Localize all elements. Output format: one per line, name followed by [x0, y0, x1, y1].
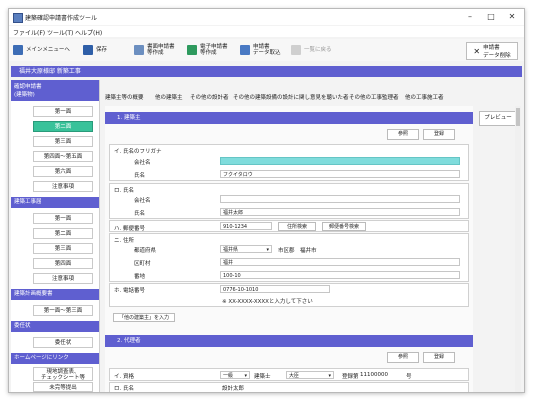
registration-number: 11100000: [360, 372, 388, 378]
sidebar-item[interactable]: 未完等提出: [33, 382, 93, 392]
sidebar-item[interactable]: 第三面: [33, 136, 93, 147]
group-phone: ホ. 電話番号 0776-10-1010 ※ XX-XXXX-XXXXと入力して…: [109, 283, 469, 307]
scroll-thumb[interactable]: [516, 108, 520, 126]
maximize-button[interactable]: □: [481, 11, 501, 23]
sidebar-head-koji: 建築工事届: [11, 197, 99, 208]
sidebar-item[interactable]: 第一面: [33, 106, 93, 117]
sidebar-item-survey[interactable]: 現地調査表、 チェックシート等: [33, 367, 93, 381]
apply-data-delete-button[interactable]: ✕ 申請書 データ削除: [466, 42, 518, 60]
minimize-button[interactable]: –: [460, 11, 480, 23]
section2-header: 2. 代理者: [105, 335, 473, 347]
prefecture-select[interactable]: 福井県: [220, 245, 272, 254]
sidebar-item[interactable]: 第六面: [33, 166, 93, 177]
agent-name-value: 設計太郎: [222, 386, 245, 392]
sidebar-item[interactable]: 委任状: [33, 337, 93, 348]
sidebar-item[interactable]: 第二面: [33, 228, 93, 239]
title-bar: 建築確認申請書作成ツール – □ ✕: [9, 9, 524, 25]
back-to-list-button[interactable]: 一覧に戻る: [291, 42, 332, 58]
sidebar-item[interactable]: 第四面: [33, 258, 93, 269]
section1-header: 1. 建築主: [105, 112, 473, 124]
tab-owner-summary[interactable]: 建築主等の概要: [105, 93, 144, 101]
city-value: 福井市: [300, 248, 317, 254]
electronic-doc-button[interactable]: 電子申請書 等作成: [187, 42, 228, 58]
group-name: ロ. 氏名 会社名 氏名 福井太郎: [109, 183, 469, 219]
group-postal: ハ. 郵便番号 910-1234 住所検索 郵便番号検索: [109, 220, 469, 232]
menu-file[interactable]: ファイル(F): [13, 28, 45, 37]
sidebar-head-gaiyo: 建築計画概要書: [11, 289, 99, 300]
town-field[interactable]: 福井: [220, 258, 460, 266]
app-window: 建築確認申請書作成ツール – □ ✕ ファイル(F) ツール(T) ヘルプ(H)…: [8, 8, 525, 393]
export-icon: [187, 45, 197, 55]
other-owner-button[interactable]: 「他の建築主」を入力: [113, 313, 175, 322]
main-menu-button[interactable]: メインメニューへ: [13, 42, 70, 58]
furigana-name-field[interactable]: フクイタロウ: [220, 170, 460, 178]
save-button[interactable]: 保存: [83, 42, 107, 58]
group-qualification: イ. 資格 一級 建築士 大臣 登録第 11100000 号: [109, 368, 469, 381]
menu-help[interactable]: ヘルプ(H): [75, 28, 102, 37]
postal-search-button[interactable]: 郵便番号検索: [322, 222, 366, 231]
furigana-company-field[interactable]: [220, 157, 460, 165]
app-icon: [13, 13, 23, 23]
sidebar-item[interactable]: 注意事項: [33, 181, 93, 192]
tab-other-designer[interactable]: その他の設計者: [190, 93, 229, 101]
data-import-button[interactable]: 申請書 データ取込: [240, 42, 281, 58]
address-search-button[interactable]: 住所検索: [278, 222, 316, 231]
sidebar-item[interactable]: 第四面〜第五面: [33, 151, 93, 162]
window-title: 建築確認申請書作成ツール: [25, 15, 98, 22]
vertical-scrollbar[interactable]: [515, 106, 521, 392]
preview-button[interactable]: プレビュー: [479, 111, 517, 126]
sidebar-item[interactable]: 第一面〜第三面: [33, 305, 93, 316]
sidebar-item[interactable]: 注意事項: [33, 273, 93, 284]
group-agent-name: ロ. 氏名 設計太郎: [109, 382, 469, 392]
section2-ref-button[interactable]: 参照: [387, 352, 419, 363]
x-icon: ✕: [473, 46, 481, 56]
section2-register-button[interactable]: 登録: [423, 352, 455, 363]
tab-equipment-advisor[interactable]: その他の建築設備の設計に関し意見を聴いた者: [233, 93, 349, 101]
sidebar-head-homepage: ホームページにリンク: [11, 353, 99, 364]
paper-doc-button[interactable]: 書面申請書 等作成: [134, 42, 175, 58]
grid-icon: [13, 45, 23, 55]
form-content: 1. 建築主 参照 登録 イ. 氏名のフリガナ 会社名 氏名 フクイタロウ ロ.…: [105, 106, 473, 392]
printer-icon: [134, 45, 144, 55]
postal-field[interactable]: 910-1234: [220, 222, 272, 230]
close-button[interactable]: ✕: [502, 11, 522, 23]
section1-ref-button[interactable]: 参照: [387, 129, 419, 140]
phone-hint: ※ XX-XXXX-XXXXと入力して下さい: [222, 299, 313, 305]
phone-field[interactable]: 0776-10-1010: [220, 285, 330, 293]
menu-tools[interactable]: ツール(T): [47, 28, 73, 37]
sidebar-head-ininjo: 委任状: [11, 321, 99, 332]
minister-select[interactable]: 大臣: [286, 371, 334, 380]
sidebar-item[interactable]: 第三面: [33, 243, 93, 254]
floppy-icon: [83, 45, 93, 55]
tab-other-contractor[interactable]: 他の工事施工者: [405, 93, 444, 101]
section1-register-button[interactable]: 登録: [423, 129, 455, 140]
toolbar: メインメニューへ 保存 書面申請書 等作成 電子申請書 等作成 申請書 データ取込 一…: [9, 39, 524, 61]
name-field[interactable]: 福井太郎: [220, 208, 460, 216]
list-icon: [291, 45, 301, 55]
tab-other-supervisor[interactable]: その他の工事監理者: [349, 93, 399, 101]
banchi-field[interactable]: 100-10: [220, 271, 460, 279]
sidebar-head-kakunin: 確認申請書 (建築物): [11, 80, 99, 101]
grade-select[interactable]: 一級: [220, 371, 250, 380]
tab-other-owner[interactable]: 他の建築主: [155, 93, 183, 101]
company-field[interactable]: [220, 195, 460, 203]
menu-bar: ファイル(F) ツール(T) ヘルプ(H): [9, 26, 524, 37]
group-furigana: イ. 氏名のフリガナ 会社名 氏名 フクイタロウ: [109, 144, 469, 181]
project-path-bar: 福井大原様邸 新築工事: [11, 66, 522, 77]
sidebar-item-active[interactable]: 第二面: [33, 121, 93, 132]
sidebar-item[interactable]: 第一面: [33, 213, 93, 224]
group-address: ニ. 住所 都道府県 福井県 市区郡 福井市 区町村 福井 番地 100-10: [109, 233, 469, 282]
import-icon: [240, 45, 250, 55]
tab-bar: 建築主等の概要 他の建築主 その他の設計者 その他の建築設備の設計に関し意見を聴…: [105, 91, 520, 101]
sidebar: 確認申請書 (建築物) 第一面 第二面 第三面 第四面〜第五面 第六面 注意事項…: [11, 80, 100, 392]
